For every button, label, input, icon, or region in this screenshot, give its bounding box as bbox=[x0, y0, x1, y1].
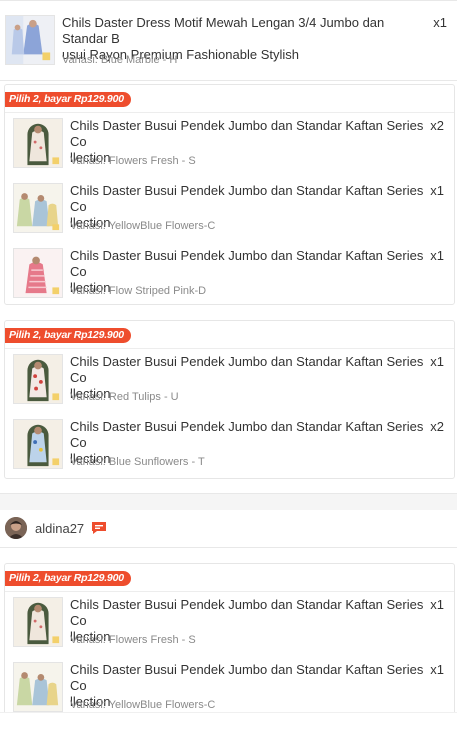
bundle-group: Pilih 2, bayar Rp129.900 Chils Daster Bu… bbox=[4, 563, 455, 723]
quantity-label: x2 bbox=[430, 118, 444, 133]
product-thumbnail[interactable] bbox=[13, 419, 63, 469]
order-item[interactable]: Chils Daster Busui Pendek Jumbo dan Stan… bbox=[5, 416, 454, 481]
seller-row[interactable]: aldina27 bbox=[0, 510, 457, 547]
bundle-promo-badge: Pilih 2, bayar Rp129.900 bbox=[5, 571, 131, 586]
product-title-line: Chils Daster Busui Pendek Jumbo dan Stan… bbox=[70, 662, 424, 693]
bottom-area bbox=[0, 712, 457, 746]
order-item[interactable]: Chils Daster Dress Motif Mewah Lengan 3/… bbox=[0, 8, 457, 70]
product-variant: Variasi: Flowers Fresh - S bbox=[70, 155, 196, 167]
order-item[interactable]: Chils Daster Busui Pendek Jumbo dan Stan… bbox=[5, 180, 454, 245]
product-thumbnail[interactable] bbox=[13, 248, 63, 298]
divider bbox=[0, 80, 457, 81]
quantity-label: x1 bbox=[430, 662, 444, 677]
product-title-line: Chils Daster Busui Pendek Jumbo dan Stan… bbox=[70, 118, 424, 149]
product-thumbnail[interactable] bbox=[13, 118, 63, 168]
product-thumbnail[interactable] bbox=[5, 15, 55, 65]
divider bbox=[0, 493, 457, 494]
product-thumbnail[interactable] bbox=[13, 354, 63, 404]
bundle-header: Pilih 2, bayar Rp129.900 bbox=[5, 564, 454, 592]
bundle-promo-badge: Pilih 2, bayar Rp129.900 bbox=[5, 328, 131, 343]
product-thumbnail[interactable] bbox=[13, 597, 63, 647]
quantity-label: x1 bbox=[430, 248, 444, 263]
bundle-group: Pilih 2, bayar Rp129.900 Chils Daster Bu… bbox=[4, 320, 455, 479]
product-title-line: Chils Daster Busui Pendek Jumbo dan Stan… bbox=[70, 354, 424, 385]
quantity-label: x1 bbox=[430, 354, 444, 369]
quantity-label: x1 bbox=[430, 597, 444, 612]
divider bbox=[0, 712, 457, 713]
bundle-group: Pilih 2, bayar Rp129.900 Chils Daster Bu… bbox=[4, 84, 455, 305]
seller-name[interactable]: aldina27 bbox=[35, 521, 84, 536]
product-variant: Variasi: Blue Sunflowers - T bbox=[70, 456, 205, 468]
chat-icon[interactable] bbox=[91, 520, 107, 536]
product-title-line: Chils Daster Busui Pendek Jumbo dan Stan… bbox=[70, 248, 424, 279]
bundle-header: Pilih 2, bayar Rp129.900 bbox=[5, 321, 454, 349]
product-thumbnail[interactable] bbox=[13, 662, 63, 712]
product-variant: Variasi: Flowers Fresh - S bbox=[70, 634, 196, 646]
product-title-line: Chils Daster Busui Pendek Jumbo dan Stan… bbox=[70, 419, 424, 450]
product-variant: Variasi: Red Tulips - U bbox=[70, 391, 179, 403]
product-variant: Variasi: YellowBlue Flowers-C bbox=[70, 699, 216, 711]
order-item[interactable]: Chils Daster Busui Pendek Jumbo dan Stan… bbox=[5, 351, 454, 416]
quantity-label: x1 bbox=[433, 15, 447, 30]
order-item[interactable]: Chils Daster Busui Pendek Jumbo dan Stan… bbox=[5, 245, 454, 310]
divider bbox=[0, 0, 457, 1]
section-separator bbox=[0, 493, 457, 510]
order-item[interactable]: Chils Daster Busui Pendek Jumbo dan Stan… bbox=[5, 115, 454, 180]
product-title-line: Chils Daster Dress Motif Mewah Lengan 3/… bbox=[62, 15, 385, 46]
quantity-label: x2 bbox=[430, 419, 444, 434]
divider bbox=[0, 547, 457, 548]
product-variant: Variasi: YellowBlue Flowers-C bbox=[70, 220, 216, 232]
product-variant: Variasi: Flow Striped Pink-D bbox=[70, 285, 207, 297]
product-title-line: Chils Daster Busui Pendek Jumbo dan Stan… bbox=[70, 597, 424, 628]
bundle-promo-badge: Pilih 2, bayar Rp129.900 bbox=[5, 92, 131, 107]
order-item[interactable]: Chils Daster Busui Pendek Jumbo dan Stan… bbox=[5, 594, 454, 659]
product-thumbnail[interactable] bbox=[13, 183, 63, 233]
product-variant: Variasi: Blue Marble - H bbox=[62, 54, 178, 66]
bundle-header: Pilih 2, bayar Rp129.900 bbox=[5, 85, 454, 113]
product-title-line: Chils Daster Busui Pendek Jumbo dan Stan… bbox=[70, 183, 424, 214]
avatar[interactable] bbox=[5, 517, 27, 539]
quantity-label: x1 bbox=[430, 183, 444, 198]
